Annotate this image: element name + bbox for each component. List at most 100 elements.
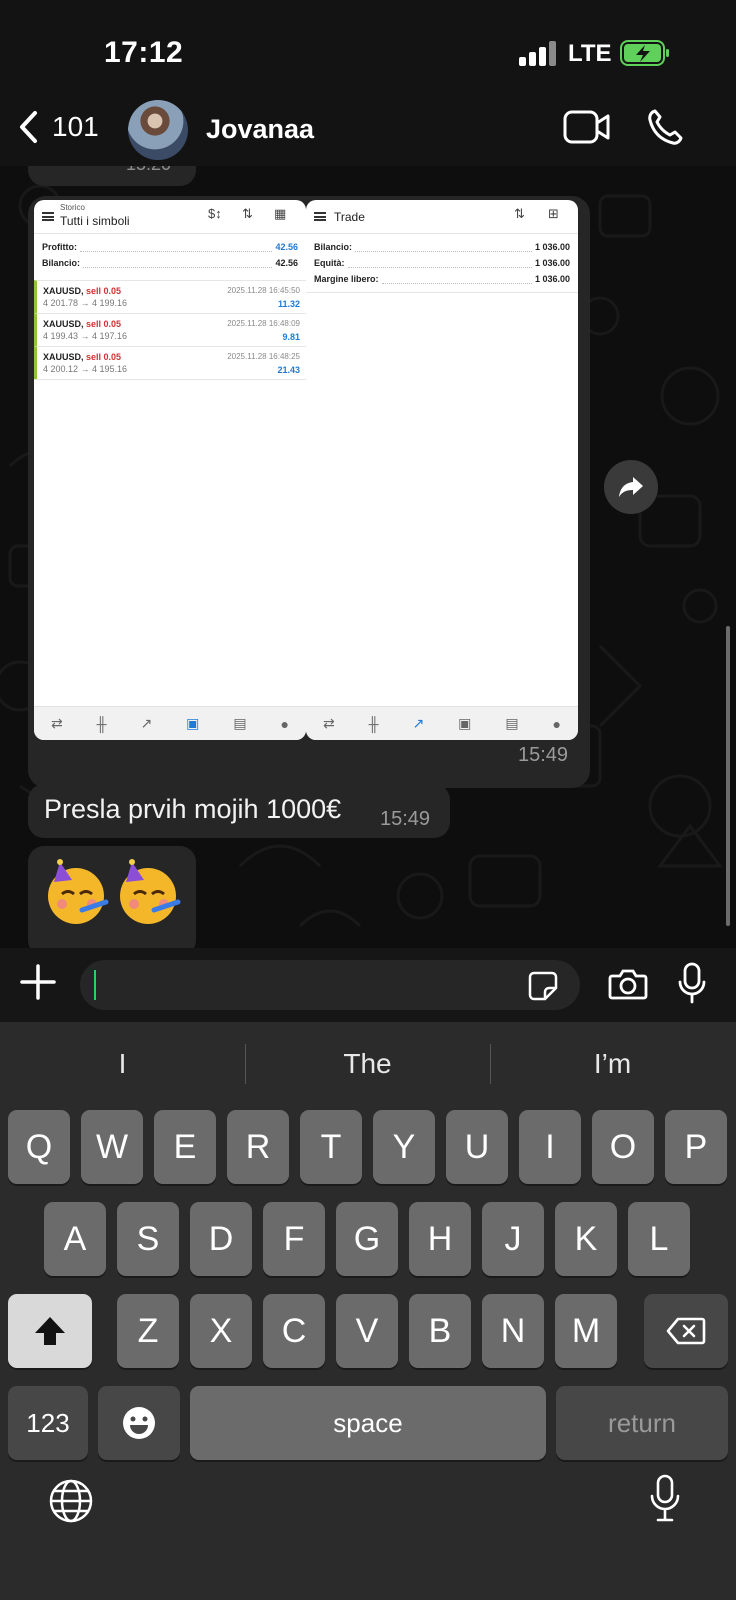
status-time: 17:12 [104, 36, 184, 69]
message-composer [0, 948, 736, 1022]
chat-icon: ● [280, 715, 289, 732]
summary-row: Bilancio: 1 036.00 [314, 242, 570, 252]
key-c[interactable]: C [263, 1294, 325, 1368]
sort-icon: ⇅ [242, 206, 253, 221]
microphone-icon[interactable] [678, 962, 706, 1004]
key-x[interactable]: X [190, 1294, 252, 1368]
key-a[interactable]: A [44, 1202, 106, 1276]
status-bar: 17:12 LTE [0, 0, 736, 100]
signal-icon [519, 40, 557, 66]
key-z[interactable]: Z [117, 1294, 179, 1368]
globe-icon[interactable] [48, 1478, 94, 1524]
key-q[interactable]: Q [8, 1110, 70, 1184]
video-call-icon[interactable] [563, 110, 611, 144]
return-key[interactable]: return [556, 1386, 728, 1460]
network-type: LTE [568, 40, 612, 67]
mt-bottom-nav: ⇄ ╫ ↗ ▣ ▤ ● [306, 706, 578, 740]
suggestion-bar: I The I’m [0, 1022, 736, 1106]
message-input[interactable] [80, 960, 580, 1010]
key-j[interactable]: J [482, 1202, 544, 1276]
history-icon: ▣ [458, 715, 472, 731]
suggestion-2[interactable]: The [245, 1048, 490, 1080]
trade-icon: ↗ [140, 715, 153, 731]
key-v[interactable]: V [336, 1294, 398, 1368]
dictation-microphone-icon[interactable] [650, 1474, 680, 1524]
sticker-icon[interactable] [528, 971, 558, 1001]
mt-title: Tutti i simboli [60, 214, 130, 228]
emoji-key[interactable] [98, 1386, 180, 1460]
plus-icon[interactable] [20, 964, 56, 1000]
image-trade-screenshot[interactable]: Trade ⇅ ⊞ Bilancio: 1 036.00 Equità: 1 0… [306, 200, 578, 740]
previous-message-time: 15:20 [126, 166, 171, 175]
summary-row: Bilancio: 42.56 [42, 258, 298, 268]
key-n[interactable]: N [482, 1294, 544, 1368]
mt-toolbar: Trade ⇅ ⊞ [306, 200, 578, 234]
key-y[interactable]: Y [373, 1110, 435, 1184]
mt-bottom-nav: ⇄ ╫ ↗ ▣ ▤ ● [34, 706, 306, 740]
party-face-emoji-icon [120, 859, 181, 924]
news-icon: ▤ [505, 715, 519, 731]
media-message-bubble[interactable]: Storico Tutti i simboli $↕ ⇅ ▦ Profitto:… [28, 196, 590, 788]
numbers-key[interactable]: 123 [8, 1386, 88, 1460]
key-s[interactable]: S [117, 1202, 179, 1276]
delete-key[interactable] [644, 1294, 728, 1368]
key-u[interactable]: U [446, 1110, 508, 1184]
space-key[interactable]: space [190, 1386, 546, 1460]
text-message: Presla prvih mojih 1000€ [44, 794, 342, 824]
history-icon: ▣ [186, 715, 200, 731]
unread-count: 101 [52, 111, 99, 142]
shift-key[interactable] [8, 1294, 92, 1368]
key-h[interactable]: H [409, 1202, 471, 1276]
currency-sort-icon: $↕ [208, 206, 222, 221]
chat-header: 101 Jovanaa [0, 100, 736, 166]
deal-row: XAUUSD, sell 0.05 4 199.43 → 4 197.16 20… [34, 313, 306, 346]
key-t[interactable]: T [300, 1110, 362, 1184]
key-i[interactable]: I [519, 1110, 581, 1184]
forward-icon [619, 477, 643, 497]
key-r[interactable]: R [227, 1110, 289, 1184]
chat-icon: ● [552, 715, 561, 732]
news-icon: ▤ [233, 715, 247, 731]
text-caret [94, 970, 96, 1000]
battery-charging-icon [620, 40, 669, 66]
trade-icon: ↗ [412, 715, 425, 731]
mt-toolbar: Storico Tutti i simboli $↕ ⇅ ▦ [34, 200, 306, 234]
summary-row: Profitto: 42.56 [42, 242, 298, 252]
forward-button[interactable] [604, 460, 658, 514]
keyboard: I The I’m Q W E R T Y U I O P A S D F G … [0, 1022, 736, 1600]
key-p[interactable]: P [665, 1110, 727, 1184]
text-message-time: 15:49 [380, 808, 431, 830]
deal-row: XAUUSD, sell 0.05 4 201.78 → 4 199.16 20… [34, 280, 306, 313]
key-b[interactable]: B [409, 1294, 471, 1368]
key-o[interactable]: O [592, 1110, 654, 1184]
mt-subtitle: Storico [60, 203, 85, 212]
quotes-icon: ⇄ [322, 715, 335, 731]
summary-row: Equità: 1 036.00 [314, 258, 570, 268]
suggestion-1[interactable]: I [0, 1048, 245, 1080]
chart-candles-icon: ╫ [368, 715, 379, 732]
back-button[interactable]: 101 [18, 110, 99, 144]
key-k[interactable]: K [555, 1202, 617, 1276]
chat-area[interactable]: 15:20 Storico Tutti i simboli $↕ ⇅ ▦ Pro… [0, 166, 736, 948]
calendar-icon: ▦ [274, 206, 287, 221]
new-order-icon: ⊞ [548, 206, 559, 221]
image-history-screenshot[interactable]: Storico Tutti i simboli $↕ ⇅ ▦ Profitto:… [34, 200, 306, 740]
menu-icon [42, 212, 54, 221]
deals-list: XAUUSD, sell 0.05 4 201.78 → 4 199.16 20… [34, 280, 306, 380]
key-l[interactable]: L [628, 1202, 690, 1276]
key-e[interactable]: E [154, 1110, 216, 1184]
contact-name[interactable]: Jovanaa [206, 114, 314, 145]
chat-scrollbar[interactable] [726, 626, 730, 926]
sort-icon: ⇅ [514, 206, 525, 221]
phone-call-icon[interactable] [647, 108, 683, 146]
shift-arrow-icon [35, 1317, 65, 1345]
avatar[interactable] [128, 100, 188, 160]
key-d[interactable]: D [190, 1202, 252, 1276]
key-w[interactable]: W [81, 1110, 143, 1184]
key-f[interactable]: F [263, 1202, 325, 1276]
suggestion-3[interactable]: I’m [490, 1048, 735, 1080]
key-g[interactable]: G [336, 1202, 398, 1276]
camera-icon[interactable] [608, 968, 648, 1000]
chart-candles-icon: ╫ [96, 715, 107, 732]
key-m[interactable]: M [555, 1294, 617, 1368]
